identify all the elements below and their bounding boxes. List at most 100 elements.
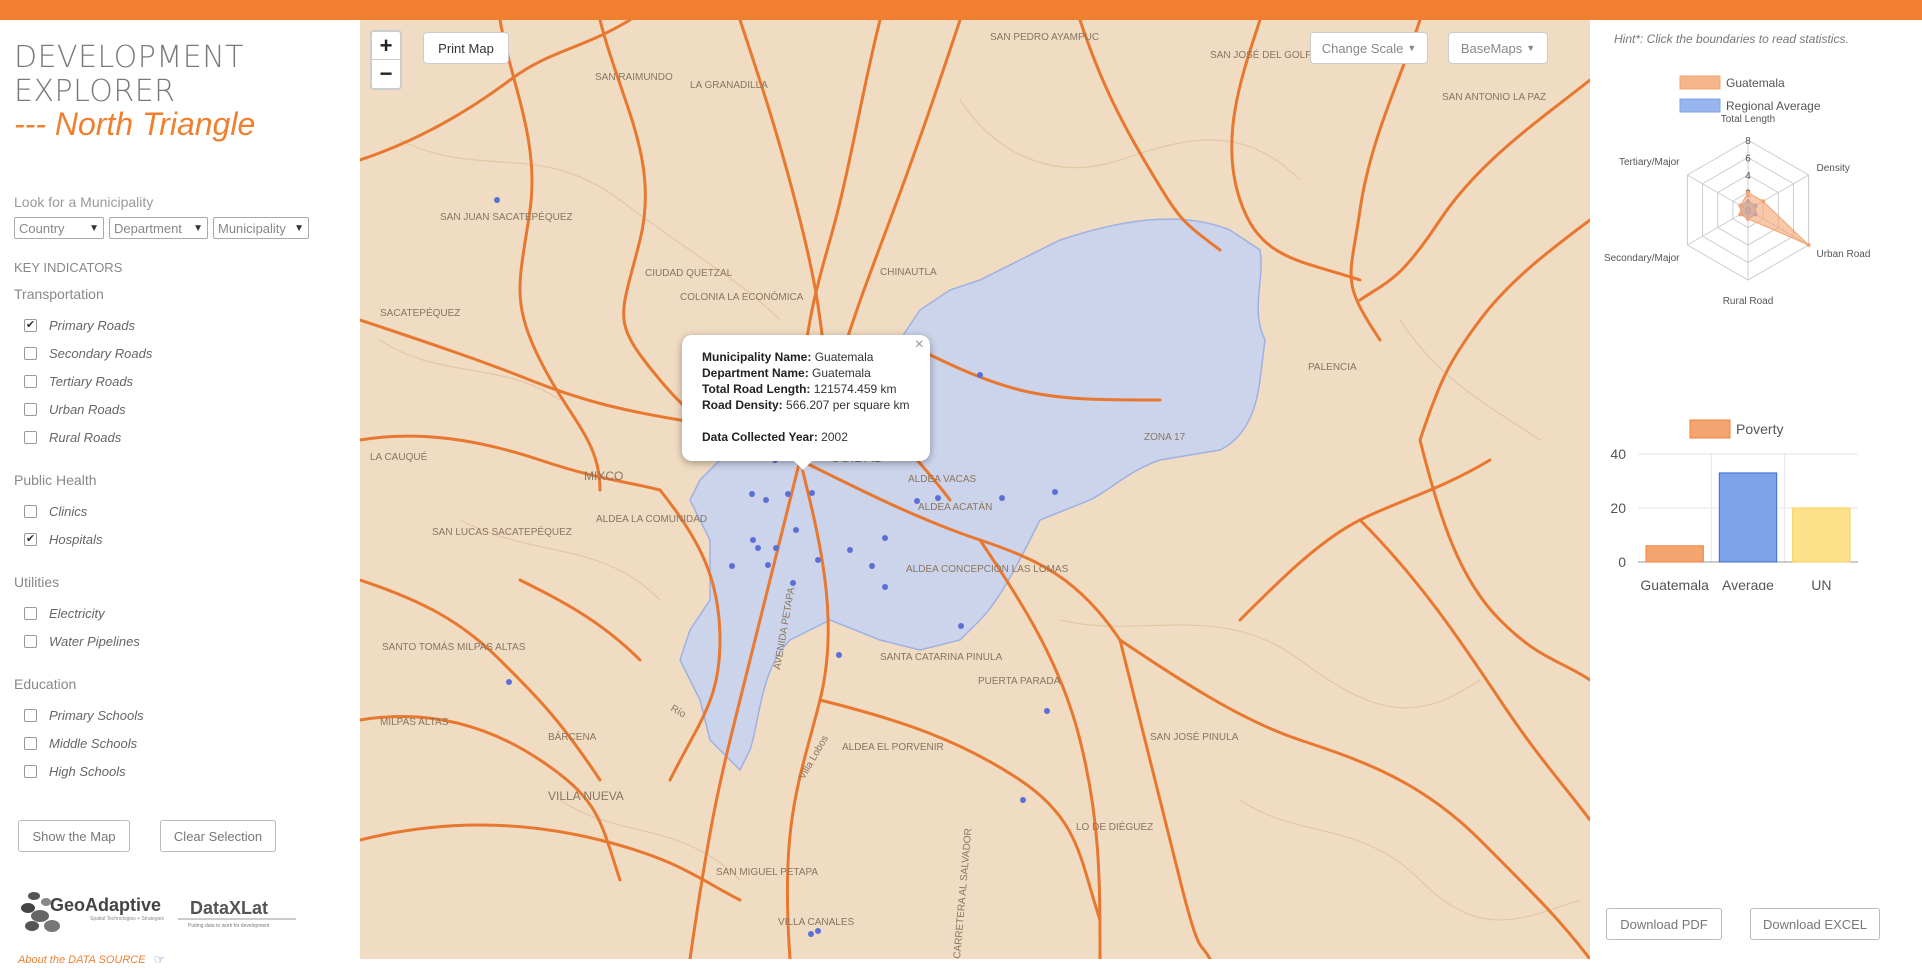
radar-axis-label: Rural Road <box>1723 296 1774 307</box>
section-education: Education <box>14 676 77 692</box>
checkbox-checked-icon[interactable]: ✔ <box>24 319 37 332</box>
show-map-button[interactable]: Show the Map <box>18 820 130 852</box>
map-label: SAN JOSÉ PINULA <box>1150 730 1239 743</box>
popup-row-length: Total Road Length: 121574.459 km <box>702 381 910 397</box>
checkbox-label: Urban Roads <box>49 402 126 417</box>
checkbox-checked-icon[interactable]: ✔ <box>24 533 37 546</box>
zoom-out-button[interactable]: − <box>372 60 400 88</box>
checkbox-icon[interactable] <box>24 737 37 750</box>
bar-x-tick: UN <box>1811 577 1831 590</box>
checkbox-label: Middle Schools <box>49 736 138 751</box>
radar-tick-label: 4 <box>1745 171 1751 182</box>
checkbox-icon[interactable] <box>24 403 37 416</box>
popup-label: Road Density: <box>702 398 783 412</box>
map-label: VILLA NUEVA <box>548 789 624 803</box>
checkbox-electricity[interactable]: Electricity <box>24 606 105 621</box>
radar-chart: Guatemala Regional AverageTotal Length Den… <box>1604 75 1870 307</box>
caret-down-icon: ▼ <box>1407 43 1417 53</box>
map-label: SAN JOSÉ DEL GOLFO <box>1210 48 1319 61</box>
map-label: ALDEA LA COMUNIDAD <box>596 514 707 525</box>
checkbox-icon[interactable] <box>24 431 37 444</box>
radar-series-guatemala <box>1739 191 1809 246</box>
checkbox-high-schools[interactable]: High Schools <box>24 764 126 779</box>
section-utilities: Utilities <box>14 574 60 590</box>
country-select[interactable]: Country ▼ <box>14 217 104 239</box>
map-label: COLONIA LA ECONÓMICA <box>680 290 804 303</box>
zoom-in-button[interactable]: + <box>372 32 400 60</box>
bar-y-tick: 20 <box>1610 500 1626 516</box>
municipality-select[interactable]: Municipality ▼ <box>213 217 309 239</box>
geoadaptive-name: GeoAdaptive <box>50 895 161 915</box>
bar-guatemala <box>1645 545 1704 563</box>
search-selects: Country ▼ Department ▼ Municipality ▼ <box>14 217 309 239</box>
map-canvas[interactable]: SAN PEDRO AYAMPUC SAN RAIMUNDO LA GRANAD… <box>360 20 1590 959</box>
caret-down-icon: ▼ <box>1526 43 1536 53</box>
checkbox-icon[interactable] <box>24 635 37 648</box>
close-popup-icon[interactable]: × <box>915 337 924 353</box>
checkbox-urban-roads[interactable]: Urban Roads <box>24 402 126 417</box>
radar-legend-swatch <box>1679 75 1721 90</box>
download-excel-button[interactable]: Download EXCEL <box>1750 908 1880 940</box>
checkbox-tertiary-roads[interactable]: Tertiary Roads <box>24 374 133 389</box>
checkbox-icon[interactable] <box>24 709 37 722</box>
popup-tip <box>793 460 813 470</box>
download-pdf-button[interactable]: Download PDF <box>1606 908 1722 940</box>
section-public-health: Public Health <box>14 472 97 488</box>
checkbox-primary-roads[interactable]: ✔ Primary Roads <box>24 318 135 333</box>
change-scale-label: Change Scale <box>1321 40 1404 56</box>
checkbox-hospitals[interactable]: ✔ Hospitals <box>24 532 102 547</box>
map-label: CARRETERA AL SALVADOR <box>952 828 974 959</box>
municipality-select-value: Municipality <box>218 220 286 236</box>
basemaps-label: BaseMaps <box>1460 40 1523 56</box>
map-label: SAN LUCAS SACATEPÉQUEZ <box>432 525 572 538</box>
map-label: LA GRANADILLA <box>690 80 768 91</box>
clear-selection-button[interactable]: Clear Selection <box>160 820 276 852</box>
radar-point <box>1806 243 1811 247</box>
popup-row-municipality: Municipality Name: Guatemala <box>702 349 910 365</box>
map-label: CHINAUTLA <box>880 267 937 278</box>
checkbox-label: Rural Roads <box>49 430 122 445</box>
popup-row-density: Road Density: 566.207 per square km <box>702 397 910 413</box>
radar-point <box>1761 199 1766 204</box>
basemaps-button[interactable]: BaseMaps ▼ <box>1448 32 1548 64</box>
map-view[interactable]: SAN PEDRO AYAMPUC SAN RAIMUNDO LA GRANAD… <box>360 20 1590 959</box>
bar-y-tick: 0 <box>1618 554 1626 570</box>
map-label: ALDEA VACAS <box>908 474 977 485</box>
checkbox-icon[interactable] <box>24 347 37 360</box>
pointing-hand-icon: ☞ <box>153 952 166 967</box>
map-label: ALDEA EL PORVENIR <box>842 742 944 753</box>
radar-axis-label: Density <box>1816 163 1849 174</box>
radar-axis-label: Secondary/Major <box>1604 253 1680 264</box>
map-label: PUERTA PARADA <box>978 676 1061 687</box>
search-label: Look for a Municipality <box>14 194 154 210</box>
geoadaptive-logo-mark: GeoAdaptive Spatial Technologies + Strat… <box>21 892 164 932</box>
map-label: ALDEA CONCEPCIÓN LAS LOMAS <box>906 562 1069 575</box>
dataxlat-tagline: Putting data to work for development <box>188 923 270 929</box>
checkbox-rural-roads[interactable]: Rural Roads <box>24 430 121 445</box>
radar-tick-label: 8 <box>1745 136 1751 147</box>
checkbox-primary-schools[interactable]: Primary Schools <box>24 708 144 723</box>
bar-legend-label: Poverty <box>1736 421 1783 437</box>
department-select[interactable]: Department ▼ <box>109 217 208 239</box>
checkbox-water-pipelines[interactable]: Water Pipelines <box>24 634 140 649</box>
checkbox-secondary-roads[interactable]: Secondary Roads <box>24 346 152 361</box>
popup-row-department: Department Name: Guatemala <box>702 365 910 381</box>
checkbox-icon[interactable] <box>24 375 37 388</box>
map-label: SAN ANTONIO LA PAZ <box>1442 92 1546 103</box>
print-map-button[interactable]: Print Map <box>423 32 509 64</box>
bar-x-tick: Guatemala <box>1640 577 1709 590</box>
zoom-control: + − <box>370 30 402 90</box>
map-label: SANTA CATARINA PINULA <box>880 652 1003 663</box>
checkbox-label: Clinics <box>49 504 88 519</box>
dataxlat-logo: DataXLat Putting data to work for develo… <box>178 896 296 930</box>
bar-y-tick: 40 <box>1610 446 1626 462</box>
app-title-line2: EXPLORER <box>14 74 176 109</box>
checkbox-middle-schools[interactable]: Middle Schools <box>24 736 137 751</box>
checkbox-icon[interactable] <box>24 607 37 620</box>
checkbox-icon[interactable] <box>24 765 37 778</box>
checkbox-clinics[interactable]: Clinics <box>24 504 87 519</box>
checkbox-icon[interactable] <box>24 505 37 518</box>
change-scale-button[interactable]: Change Scale ▼ <box>1310 32 1428 64</box>
dataxlat-name: DataXLat <box>190 898 268 918</box>
about-data-source-link[interactable]: About the DATA SOURCE ☞ <box>18 952 165 968</box>
